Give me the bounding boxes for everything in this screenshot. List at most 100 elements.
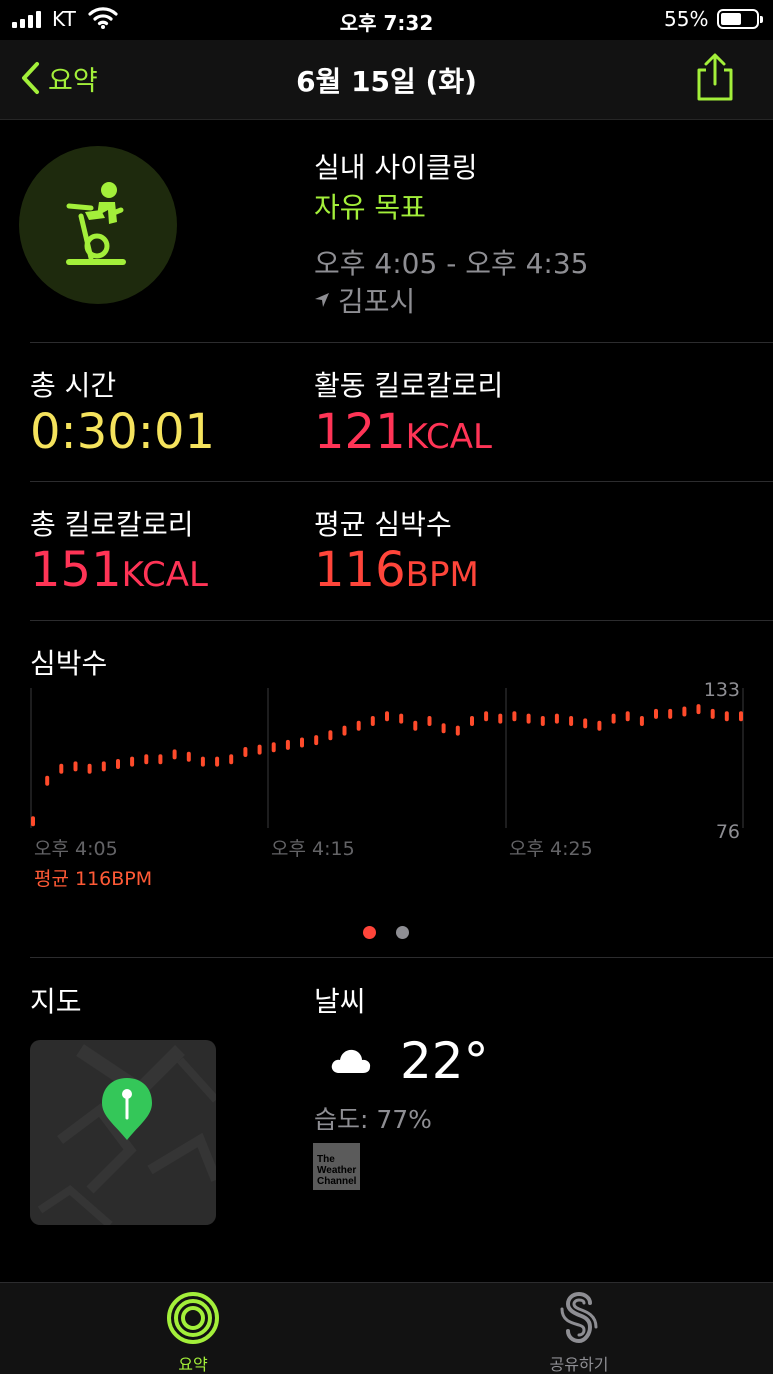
logo-line: Weather xyxy=(317,1165,357,1176)
total-calories-number: 151 xyxy=(30,542,122,598)
battery-icon xyxy=(717,9,763,29)
workout-type: 실내 사이클링 xyxy=(314,151,478,184)
indoor-cycle-icon xyxy=(66,182,126,265)
heart-rate-point xyxy=(427,716,432,726)
heart-rate-average: 평균 116BPM xyxy=(34,868,153,890)
heart-rate-point xyxy=(540,716,545,726)
temperature: 22° xyxy=(400,1032,489,1090)
page-dot[interactable] xyxy=(396,926,409,939)
total-calories-label: 총 킬로칼로리 xyxy=(30,508,194,541)
heart-rate-point xyxy=(300,737,304,748)
total-calories-unit: KCAL xyxy=(121,555,209,595)
heart-rate-point xyxy=(710,708,715,719)
weather-channel-logo: The Weather Channel xyxy=(313,1143,360,1190)
heart-rate-point xyxy=(158,754,163,765)
heart-rate-point xyxy=(229,754,234,765)
tab-sharing[interactable]: 공유하기 xyxy=(519,1291,639,1374)
route-map[interactable] xyxy=(30,1040,216,1225)
heart-rate-point xyxy=(314,735,319,746)
heart-rate-point xyxy=(385,711,389,722)
heart-rate-point xyxy=(512,711,517,722)
heart-rate-chart[interactable]: 133 76 오후 4:05 오후 4:15 오후 4:25 xyxy=(0,676,773,866)
status-bar: KT 오후 7:32 55% xyxy=(0,0,773,40)
share-button[interactable] xyxy=(692,52,738,102)
heart-rate-point xyxy=(285,739,290,750)
heart-rate-point xyxy=(130,756,135,767)
heart-rate-point xyxy=(696,704,701,715)
avg-heart-rate-number: 116 xyxy=(314,542,406,598)
heart-rate-point xyxy=(498,713,503,724)
heart-rate-point xyxy=(611,713,616,724)
tab-label: 요약 xyxy=(178,1355,208,1374)
x-tick-label: 오후 4:05 xyxy=(34,838,118,860)
heart-rate-point xyxy=(370,716,375,726)
tab-label: 공유하기 xyxy=(549,1355,609,1374)
heart-rate-point xyxy=(200,756,205,767)
divider xyxy=(30,620,773,621)
weather-title: 날씨 xyxy=(314,985,366,1018)
heart-rate-point xyxy=(186,751,191,762)
humidity: 습도: 77% xyxy=(314,1105,432,1134)
heart-rate-point xyxy=(441,723,446,734)
heart-rate-point xyxy=(31,816,35,827)
workout-icon-badge xyxy=(19,146,177,304)
status-time: 오후 7:32 xyxy=(339,11,434,35)
avg-heart-rate-unit: BPM xyxy=(405,555,479,595)
battery-percentage: 55% xyxy=(664,7,709,31)
avg-heart-rate-label: 평균 심박수 xyxy=(314,508,452,541)
divider xyxy=(30,957,773,958)
heart-rate-point xyxy=(342,725,347,736)
heart-rate-point xyxy=(569,716,574,726)
heart-rate-point xyxy=(356,720,361,731)
heart-rate-point xyxy=(116,759,120,769)
y-tick-min: 76 xyxy=(716,821,740,843)
workout-location: 김포시 xyxy=(314,280,415,320)
location-name: 김포시 xyxy=(338,285,416,318)
heart-rate-point xyxy=(484,711,489,722)
cloud-icon xyxy=(331,1049,371,1073)
heart-rate-point xyxy=(668,708,673,719)
heart-rate-point xyxy=(639,716,644,726)
divider xyxy=(30,481,773,482)
active-calories-value: 121KCAL xyxy=(314,404,492,460)
x-tick-label: 오후 4:15 xyxy=(271,838,355,860)
heart-rate-point xyxy=(625,711,630,722)
total-time-value: 0:30:01 xyxy=(30,404,216,460)
heart-rate-point xyxy=(554,713,559,724)
page-title: 6월 15일 (화) xyxy=(296,65,477,98)
share-icon xyxy=(697,53,733,101)
tab-bar: 요약 공유하기 xyxy=(0,1282,773,1374)
heart-rate-point xyxy=(597,720,602,731)
avg-heart-rate-value: 116BPM xyxy=(314,542,479,598)
heart-rate-point xyxy=(739,711,743,722)
heart-rate-point xyxy=(257,744,262,755)
heart-rate-point xyxy=(583,718,588,729)
active-calories-label: 활동 킬로칼로리 xyxy=(314,369,504,402)
divider xyxy=(30,342,773,343)
heart-rate-point xyxy=(144,754,149,765)
logo-line: Channel xyxy=(317,1176,357,1187)
heart-rate-point xyxy=(59,763,64,774)
heart-rate-point xyxy=(328,730,333,741)
tab-summary[interactable]: 요약 xyxy=(133,1291,253,1374)
logo-line: The xyxy=(317,1154,335,1165)
map-pin-icon xyxy=(102,1078,152,1140)
heart-rate-point xyxy=(45,775,50,786)
heart-rate-point xyxy=(470,716,474,726)
navigation-bar: 요약 6월 15일 (화) xyxy=(0,40,773,120)
sharing-icon xyxy=(560,1291,598,1344)
heart-rate-point xyxy=(101,761,106,772)
heart-rate-point xyxy=(455,725,460,736)
x-tick-label: 오후 4:25 xyxy=(509,838,593,860)
heart-rate-point xyxy=(682,706,687,717)
heart-rate-point xyxy=(526,713,531,724)
heart-rate-point xyxy=(413,720,418,731)
map-title: 지도 xyxy=(30,985,82,1018)
page-dot-active[interactable] xyxy=(363,926,376,939)
heart-rate-point xyxy=(243,747,248,757)
total-calories-value: 151KCAL xyxy=(30,542,208,598)
page-indicator[interactable] xyxy=(363,926,409,939)
heart-rate-point xyxy=(654,708,658,719)
active-calories-number: 121 xyxy=(314,404,406,460)
y-tick-max: 133 xyxy=(704,679,740,701)
